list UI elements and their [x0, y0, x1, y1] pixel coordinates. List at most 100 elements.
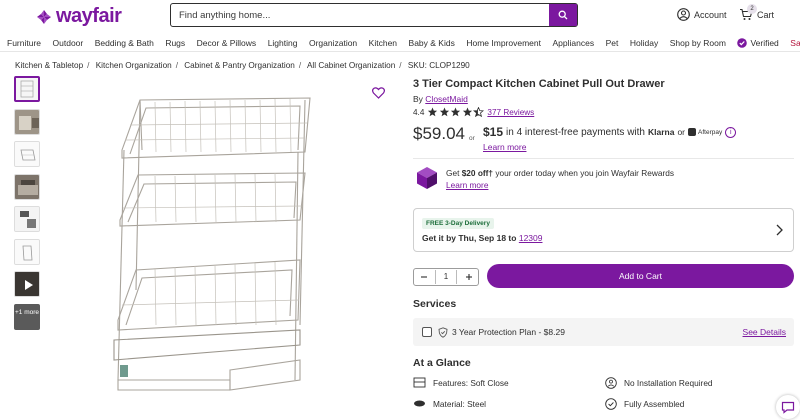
thumbnail-strip: +1 more — [14, 76, 40, 336]
no-installation-icon — [605, 377, 617, 389]
delivery-text: Get it by Thu, Sep 18 to 12309 — [422, 233, 542, 243]
quantity-value[interactable]: 1 — [435, 270, 457, 284]
thumbnail-2[interactable] — [14, 108, 40, 135]
nav-item-appliances[interactable]: Appliances — [552, 38, 594, 48]
nav-item-rugs[interactable]: Rugs — [165, 38, 185, 48]
nav-item-kitchen[interactable]: Kitchen — [369, 38, 397, 48]
installation-text: No Installation Required — [624, 378, 713, 388]
glance-material: Material: Steel — [413, 398, 486, 409]
account-button[interactable]: Account — [677, 8, 727, 21]
cart-button[interactable]: 2 Cart — [739, 4, 775, 21]
thumbnail-3-image — [15, 142, 39, 166]
rewards-text: Get $20 off† your order today when you j… — [446, 166, 674, 191]
thumbnail-3[interactable] — [14, 141, 40, 167]
more-images-label: +1 more — [14, 308, 40, 316]
thumbnail-2-image — [15, 109, 39, 134]
search-button[interactable] — [549, 4, 577, 26]
material-text: Material: Steel — [433, 398, 487, 409]
glance-installation: No Installation Required — [605, 377, 713, 389]
star-icon — [451, 107, 461, 117]
sku-label: SKU: CLOP1290 — [407, 61, 470, 70]
nav-item-sale[interactable]: Sale — [790, 38, 800, 48]
nav-item-furniture[interactable]: Furniture — [7, 38, 41, 48]
star-icon — [462, 107, 472, 117]
nav-item-verified[interactable]: Verified — [737, 37, 779, 48]
rewards-learn-more-link[interactable]: Learn more — [446, 180, 488, 190]
favorite-heart-icon[interactable] — [372, 87, 385, 99]
thumbnail-5-image — [15, 207, 39, 231]
thumbnail-video[interactable] — [14, 271, 40, 297]
verified-badge-icon — [737, 37, 748, 48]
product-main-image[interactable] — [100, 80, 330, 400]
nav-item-lighting[interactable]: Lighting — [268, 38, 298, 48]
wayfair-logo[interactable]: wayfair — [36, 5, 122, 28]
breadcrumb-kitchen-tabletop[interactable]: Kitchen & Tabletop — [15, 61, 83, 70]
thumbnail-more[interactable]: +1 more — [14, 303, 40, 330]
rewards-cube-icon — [417, 167, 437, 189]
features-text: Features: Soft Close — [433, 377, 509, 388]
rating-row: 4.4 377 Reviews — [413, 107, 534, 117]
add-to-cart-button[interactable]: Add to Cart — [487, 264, 794, 288]
search-input[interactable] — [171, 4, 549, 26]
or-separator: or — [469, 135, 475, 142]
decrease-quantity-button[interactable] — [415, 270, 432, 284]
afterpay-logo: Afterpay — [688, 128, 722, 136]
delivery-card[interactable]: FREE 3-Day Delivery Get it by Thu, Sep 1… — [413, 208, 794, 252]
payments-learn-more-link[interactable]: Learn more — [483, 142, 526, 152]
thumbnail-5[interactable] — [14, 206, 40, 232]
thumbnail-4[interactable] — [14, 173, 40, 200]
cart-label: Cart — [757, 9, 775, 20]
breadcrumb-all-cabinet[interactable]: All Cabinet Organization — [307, 61, 395, 70]
nav-item-baby-kids[interactable]: Baby & Kids — [409, 38, 455, 48]
star-icon — [439, 107, 449, 117]
shield-icon — [438, 326, 448, 338]
nav-item-bedding-bath[interactable]: Bedding & Bath — [95, 38, 154, 48]
logo-text: wayfair — [56, 5, 122, 27]
protection-plan-option: 3 Year Protection Plan - $8.29 See Detai… — [413, 318, 794, 346]
assembled-text: Fully Assembled — [624, 399, 685, 409]
brand-line: By ClosetMaid — [413, 94, 468, 104]
protection-plan-checkbox[interactable] — [422, 327, 432, 337]
klarna-logo: Klarna — [647, 127, 675, 137]
thumbnail-1[interactable] — [14, 76, 40, 102]
chat-button[interactable] — [776, 395, 800, 419]
nav-item-outdoor[interactable]: Outdoor — [53, 38, 84, 48]
nav-item-home-improvement[interactable]: Home Improvement — [466, 38, 541, 48]
nav-item-organization[interactable]: Organization — [309, 38, 357, 48]
search-bar — [170, 3, 578, 27]
see-details-link[interactable]: See Details — [743, 327, 786, 337]
breadcrumb: Kitchen & Tabletop / Kitchen Organization… — [15, 61, 470, 70]
nav-item-shop-by-room[interactable]: Shop by Room — [670, 38, 726, 48]
rewards-amount: $20 off† — [461, 168, 494, 178]
delivery-date: Get it by Thu, Sep 18 to — [422, 233, 517, 243]
play-icon — [15, 272, 39, 296]
rating-stars — [427, 107, 485, 117]
increase-quantity-button[interactable] — [460, 270, 477, 284]
rewards-suffix: your order today when you join Wayfair R… — [495, 168, 674, 178]
nav-item-decor-pillows[interactable]: Decor & Pillows — [197, 38, 257, 48]
installment-text: in 4 interest-free payments with — [506, 126, 645, 138]
product-title: 3 Tier Compact Kitchen Cabinet Pull Out … — [413, 78, 665, 90]
brand-link[interactable]: ClosetMaid — [425, 94, 468, 104]
rewards-prefix: Get — [446, 168, 460, 178]
thumbnail-6-image — [15, 239, 39, 264]
thumbnail-6[interactable] — [14, 238, 40, 265]
material-icon — [414, 400, 425, 407]
nav-item-holiday[interactable]: Holiday — [630, 38, 658, 48]
star-half-icon — [473, 107, 485, 117]
minus-icon — [420, 276, 427, 278]
breadcrumb-cabinet-pantry[interactable]: Cabinet & Pantry Organization — [184, 61, 295, 70]
verified-label: Verified — [750, 37, 779, 48]
info-icon[interactable]: i — [725, 126, 737, 138]
breadcrumb-kitchen-organization[interactable]: Kitchen Organization — [96, 61, 172, 70]
services-heading: Services — [413, 298, 457, 310]
rating-value: 4.4 — [413, 107, 425, 117]
soft-close-icon — [413, 377, 426, 388]
nav-item-pet[interactable]: Pet — [606, 38, 619, 48]
zip-code-link[interactable]: 12309 — [519, 233, 543, 243]
glance-features: Features: Soft Close — [413, 377, 509, 388]
reviews-link[interactable]: 377 Reviews — [487, 108, 534, 117]
installment-amount: $15 — [483, 125, 504, 139]
or-label: or — [677, 127, 686, 137]
account-icon — [677, 8, 690, 21]
